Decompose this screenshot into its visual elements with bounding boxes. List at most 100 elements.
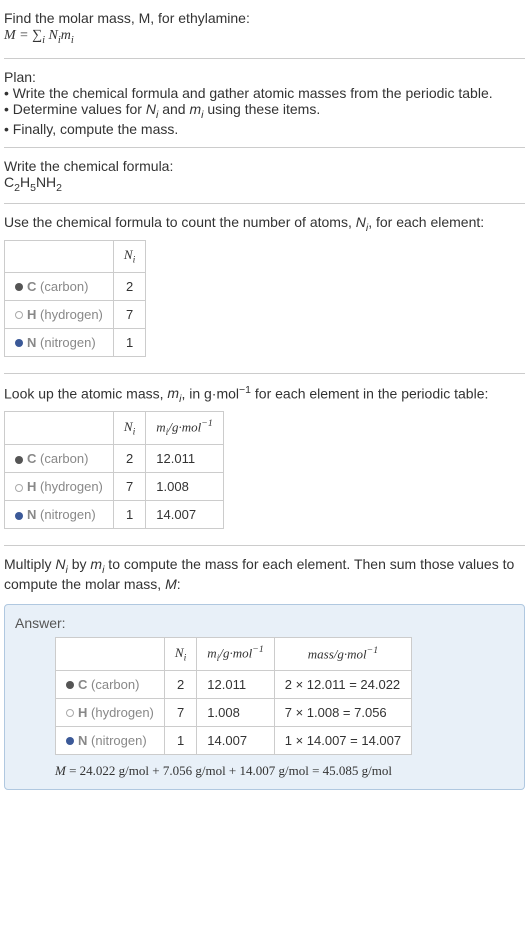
ni-cell: 7 [164,698,196,726]
ni-cell: 7 [113,300,145,328]
chemical-formula: C2H5NH2 [4,174,525,194]
element-symbol: N [27,507,36,522]
element-cell: H (hydrogen) [5,300,114,328]
mi-cell: 14.007 [146,501,223,529]
element-cell: C (carbon) [56,670,165,698]
mi-cell: 14.007 [197,726,274,754]
header-empty [56,637,165,670]
element-symbol: C [78,677,87,692]
table-row: N (nitrogen) 1 [5,328,146,356]
header-ni: Ni [113,412,145,445]
table-row: C (carbon) 2 12.011 2 × 12.011 = 24.022 [56,670,412,698]
bullet-icon [15,311,23,319]
divider [4,58,525,59]
table-row: H (hydrogen) 7 1.008 7 × 1.008 = 7.056 [56,698,412,726]
plan-title: Plan: [4,69,525,85]
element-cell: C (carbon) [5,445,114,473]
answer-table: Ni mi/g·mol−1 mass/g·mol−1 C (carbon) 2 … [55,637,412,755]
bullet-icon [66,709,74,717]
table-row: N (nitrogen) 1 14.007 [5,501,224,529]
element-name: (nitrogen) [40,507,96,522]
answer-result: M = 24.022 g/mol + 7.056 g/mol + 14.007 … [55,763,514,779]
count-atoms-table: Ni C (carbon) 2 H (hydrogen) 7 N (nitrog… [4,240,146,357]
ni-cell: 2 [164,670,196,698]
header-mass: mass/g·mol−1 [274,637,411,670]
atomic-mass-section: Look up the atomic mass, mi, in g·mol−1 … [4,378,525,541]
element-name: (carbon) [40,279,88,294]
mass-cell: 1 × 14.007 = 14.007 [274,726,411,754]
element-name: (carbon) [40,451,88,466]
bullet-icon [15,283,23,291]
header-mi: mi/g·mol−1 [197,637,274,670]
bullet-icon [15,512,23,520]
header-ni: Ni [113,241,145,273]
answer-box: Answer: Ni mi/g·mol−1 mass/g·mol−1 C (ca… [4,604,525,790]
ni-cell: 2 [113,445,145,473]
element-name: (nitrogen) [40,335,96,350]
mi-cell: 12.011 [146,445,223,473]
element-symbol: N [27,335,36,350]
header-empty [5,412,114,445]
element-symbol: N [78,733,87,748]
mi-cell: 1.008 [146,473,223,501]
element-symbol: C [27,279,36,294]
table-row: H (hydrogen) 7 1.008 [5,473,224,501]
count-atoms-title: Use the chemical formula to count the nu… [4,214,525,234]
atomic-mass-table: Ni mi/g·mol−1 C (carbon) 2 12.011 H (hyd… [4,411,224,529]
ni-cell: 1 [113,501,145,529]
table-header-row: Ni [5,241,146,273]
atomic-mass-title: Look up the atomic mass, mi, in g·mol−1 … [4,384,525,405]
header-ni: Ni [164,637,196,670]
multiply-section: Multiply Ni by mi to compute the mass fo… [4,550,525,598]
divider [4,203,525,204]
bullet-icon [66,681,74,689]
element-cell: N (nitrogen) [5,501,114,529]
table-row: N (nitrogen) 1 14.007 1 × 14.007 = 14.00… [56,726,412,754]
element-cell: H (hydrogen) [56,698,165,726]
table-row: H (hydrogen) 7 [5,300,146,328]
divider [4,373,525,374]
table-header-row: Ni mi/g·mol−1 mass/g·mol−1 [56,637,412,670]
bullet-icon [15,339,23,347]
plan-item3: • Finally, compute the mass. [4,121,525,137]
table-row: C (carbon) 2 [5,272,146,300]
element-name: (hydrogen) [40,479,103,494]
element-name: (nitrogen) [91,733,147,748]
divider [4,545,525,546]
mi-cell: 12.011 [197,670,274,698]
element-cell: C (carbon) [5,272,114,300]
plan-item1: • Write the chemical formula and gather … [4,85,525,101]
intro-section: Find the molar mass, M, for ethylamine: … [4,4,525,54]
count-atoms-section: Use the chemical formula to count the nu… [4,208,525,368]
header-empty [5,241,114,273]
bullet-icon [15,484,23,492]
element-symbol: C [27,451,36,466]
divider [4,147,525,148]
answer-label: Answer: [15,615,514,631]
element-name: (carbon) [91,677,139,692]
chemical-formula-title: Write the chemical formula: [4,158,525,174]
element-symbol: H [27,479,36,494]
bullet-icon [15,456,23,464]
intro-formula: M = ∑i Nimi [4,28,525,46]
bullet-icon [66,737,74,745]
element-cell: N (nitrogen) [5,328,114,356]
header-mi: mi/g·mol−1 [146,412,223,445]
table-header-row: Ni mi/g·mol−1 [5,412,224,445]
plan-section: Plan: • Write the chemical formula and g… [4,63,525,143]
element-symbol: H [27,307,36,322]
table-row: C (carbon) 2 12.011 [5,445,224,473]
element-cell: H (hydrogen) [5,473,114,501]
ni-cell: 1 [164,726,196,754]
ni-cell: 2 [113,272,145,300]
element-cell: N (nitrogen) [56,726,165,754]
ni-cell: 7 [113,473,145,501]
mass-cell: 2 × 12.011 = 24.022 [274,670,411,698]
chemical-formula-section: Write the chemical formula: C2H5NH2 [4,152,525,200]
intro-line1: Find the molar mass, M, for ethylamine: [4,10,525,26]
multiply-text: Multiply Ni by mi to compute the mass fo… [4,556,525,592]
ni-cell: 1 [113,328,145,356]
plan-item2: • Determine values for Ni and mi using t… [4,101,525,121]
element-name: (hydrogen) [91,705,154,720]
mass-cell: 7 × 1.008 = 7.056 [274,698,411,726]
